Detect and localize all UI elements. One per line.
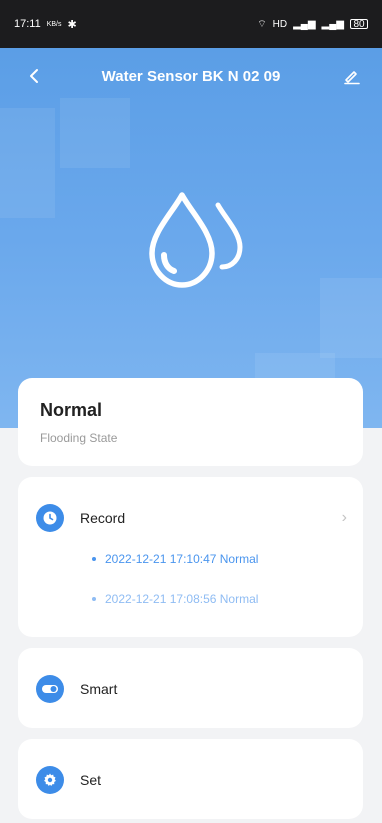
signal-icon: ▂▄▆ bbox=[293, 18, 316, 30]
status-left: 17:11 KB/s ✱ bbox=[14, 18, 77, 31]
page-title: Water Sensor BK N 02 09 bbox=[101, 67, 281, 85]
pencil-icon bbox=[344, 71, 360, 85]
smart-row[interactable]: Smart bbox=[36, 674, 347, 704]
record-label: Record bbox=[80, 510, 126, 526]
record-entry-text: 2022-12-21 17:10:47 Normal bbox=[105, 552, 259, 566]
hero-decoration bbox=[0, 108, 55, 218]
chevron-left-icon bbox=[30, 69, 38, 83]
edit-button[interactable] bbox=[338, 62, 366, 90]
smart-icon-circle bbox=[36, 675, 64, 703]
hero-decoration bbox=[60, 98, 130, 168]
hero-decoration bbox=[320, 278, 382, 358]
record-icon-circle bbox=[36, 504, 64, 532]
clock-icon bbox=[43, 511, 57, 525]
bullet-dot bbox=[92, 597, 96, 601]
record-entry-text: 2022-12-21 17:08:56 Normal bbox=[105, 592, 259, 606]
state-value: Normal bbox=[40, 400, 103, 420]
chevron-right-icon[interactable]: › bbox=[342, 509, 347, 527]
record-entry: 2022-12-21 17:08:56 Normal bbox=[92, 592, 258, 606]
record-entry: 2022-12-21 17:10:47 Normal bbox=[92, 552, 258, 566]
settings-label: Set bbox=[80, 772, 102, 788]
settings-icon-circle bbox=[36, 766, 64, 794]
smart-card[interactable]: Smart bbox=[18, 648, 363, 728]
signal-icon-2: ▂▄▆ bbox=[321, 18, 344, 30]
water-drop-icon bbox=[149, 192, 243, 288]
back-button[interactable] bbox=[20, 62, 48, 90]
battery-icon: 80 bbox=[350, 18, 368, 30]
settings-row[interactable]: Set bbox=[36, 765, 347, 795]
status-right: ⌔ HD ▂▄▆ ▂▄▆ 80 bbox=[257, 18, 368, 31]
bullet-dot bbox=[92, 557, 96, 561]
battery-level: 80 bbox=[353, 18, 365, 30]
state-label: Flooding State bbox=[40, 431, 118, 445]
toggle-icon bbox=[42, 685, 58, 693]
network-speed: KB/s bbox=[46, 20, 62, 28]
record-card[interactable]: Record › 2022-12-21 17:10:47 Normal 2022… bbox=[18, 477, 363, 637]
hd-indicator: HD bbox=[272, 18, 288, 30]
notification-icon: ✱ bbox=[67, 18, 77, 31]
gear-icon bbox=[44, 773, 56, 786]
settings-card[interactable]: Set bbox=[18, 739, 363, 819]
wifi-icon: ⌔ bbox=[257, 18, 267, 30]
status-bar: 17:11 KB/s ✱ ⌔ HD ▂▄▆ ▂▄▆ 80 bbox=[0, 0, 382, 48]
nav-bar: Water Sensor BK N 02 09 bbox=[0, 48, 382, 104]
flooding-state-card: Normal Flooding State bbox=[18, 378, 363, 466]
smart-label: Smart bbox=[80, 681, 118, 697]
status-time: 17:11 bbox=[14, 18, 41, 30]
record-header[interactable]: Record › bbox=[36, 503, 347, 533]
